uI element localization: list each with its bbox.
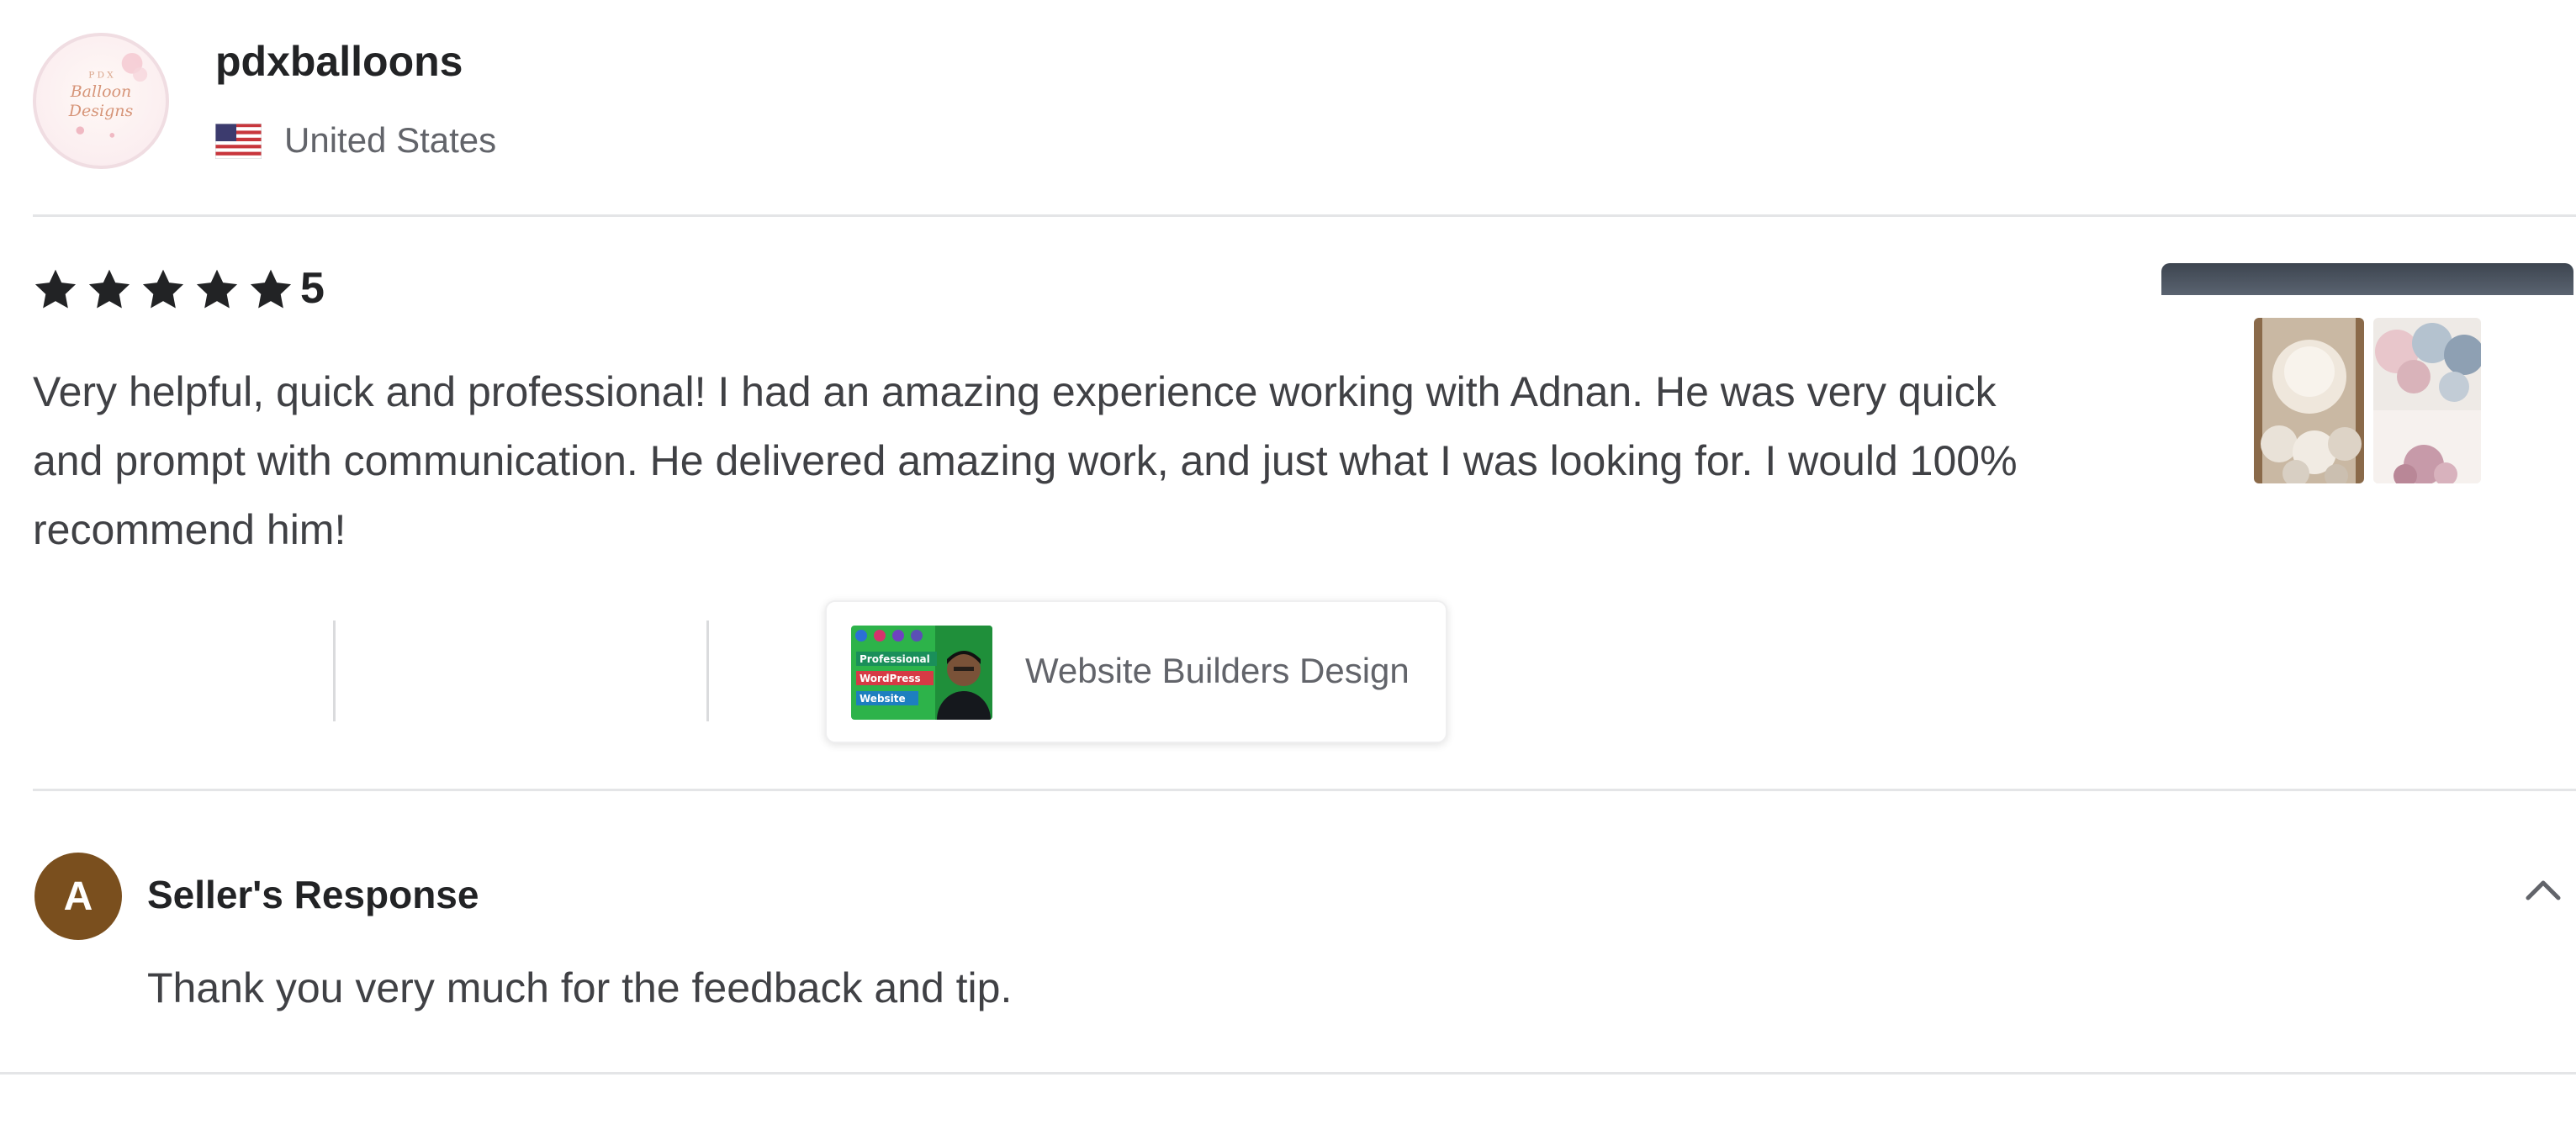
rating-value: 5 [300, 264, 325, 313]
balloon-designs-logo-icon: P D X Balloon Designs [68, 52, 148, 138]
star-icon [194, 267, 240, 312]
separator [333, 620, 336, 721]
separator [706, 620, 709, 721]
star-icon [140, 267, 186, 312]
seller-avatar: A [34, 853, 122, 940]
divider [0, 1072, 2576, 1075]
gig-thumbnail: Professional WordPress Website [851, 626, 992, 720]
reviewer-username[interactable]: pdxballoons [215, 37, 463, 86]
reviewer-avatar[interactable]: P D X Balloon Designs [33, 33, 169, 169]
review-card: P D X Balloon Designs pdxballoons United… [0, 0, 2576, 1130]
thumbnail-strip-bar [2161, 263, 2573, 295]
seller-response-title: Seller's Response [147, 873, 479, 916]
svg-text:Designs: Designs [68, 102, 134, 120]
review-photo-thumbnail[interactable] [2373, 318, 2481, 483]
svg-text:Professional: Professional [860, 653, 930, 665]
svg-text:WordPress: WordPress [860, 673, 921, 684]
divider [33, 214, 2576, 217]
star-icon [87, 267, 132, 312]
seller-response-text: Thank you very much for the feedback and… [147, 964, 1013, 1011]
svg-text:P D X: P D X [88, 70, 114, 80]
gig-title[interactable]: Website Builders Design [1025, 651, 1410, 691]
reviewer-country: United States [284, 120, 497, 160]
us-flag-icon [215, 124, 262, 159]
star-rating [33, 267, 294, 312]
review-photo-thumbnail[interactable] [2254, 318, 2364, 483]
gig-card[interactable]: Professional WordPress Website Website B… [825, 600, 1447, 743]
star-icon [33, 267, 78, 312]
divider [33, 789, 2576, 791]
svg-text:Balloon: Balloon [70, 82, 132, 101]
chevron-up-icon[interactable] [2520, 866, 2567, 913]
star-icon [248, 267, 294, 312]
review-text: Very helpful, quick and professional! I … [33, 368, 2018, 553]
svg-text:Website: Website [860, 693, 906, 705]
